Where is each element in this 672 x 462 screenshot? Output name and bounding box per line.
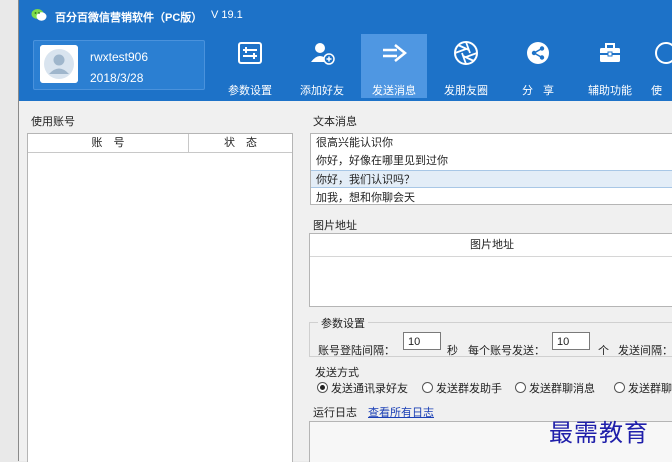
image-list[interactable]: 图片地址 bbox=[309, 233, 672, 307]
send-mode-mass-assistant-radio[interactable]: 发送群发助手 bbox=[422, 380, 502, 396]
toolbar-moments-button[interactable]: 发朋友圈 bbox=[433, 34, 499, 98]
toolbar-share-label: 分享 bbox=[522, 85, 564, 97]
toolbar-send-message-label: 发送消息 bbox=[372, 85, 416, 97]
radio-unchecked-icon bbox=[614, 382, 625, 393]
send-interval-label: 发送间隔： bbox=[618, 345, 672, 357]
share-icon bbox=[527, 42, 549, 64]
per-account-unit: 个 bbox=[598, 345, 609, 357]
user-date: 2018/3/28 bbox=[90, 71, 144, 85]
account-column-header[interactable]: 账 号 bbox=[28, 134, 189, 152]
radio-checked-icon bbox=[317, 382, 328, 393]
per-account-label: 每个账号发送： bbox=[468, 345, 545, 357]
toolbar-more-button[interactable]: 使 bbox=[649, 34, 672, 98]
log-label: 运行日志 bbox=[313, 407, 357, 419]
send-mode-option-label: 发送群聊消息 bbox=[529, 383, 595, 395]
accounts-section-label: 使用账号 bbox=[31, 116, 75, 128]
user-card[interactable]: rwxtest906 2018/3/28 bbox=[33, 40, 205, 90]
send-arrow-icon bbox=[383, 44, 407, 62]
accounts-table-header: 账 号 状 态 bbox=[28, 134, 292, 153]
toolbar-more-label: 使 bbox=[651, 85, 662, 97]
app-version: V 19.1 bbox=[211, 9, 243, 21]
login-interval-unit: 秒 bbox=[447, 345, 458, 357]
aperture-icon bbox=[454, 41, 478, 65]
toolbar-send-message-button[interactable]: 发送消息 bbox=[361, 34, 427, 98]
toolbox-icon bbox=[600, 43, 620, 62]
header-bar: 百分百微信营销软件（PC版） V 19.1 rwxtest906 2018/3/… bbox=[19, 0, 672, 101]
messages-section-label: 文本消息 bbox=[313, 116, 357, 128]
send-mode-group-chat-radio[interactable]: 发送群聊消息 bbox=[515, 380, 595, 396]
messages-list[interactable]: 很高兴能认识你 你好，好像在哪里见到过你 你好，我们认识吗？ 加我，想和你聊会天 bbox=[310, 133, 672, 205]
toolbar-tools-label: 辅助功能 bbox=[588, 85, 632, 97]
list-item-selected[interactable]: 你好，我们认识吗？ bbox=[311, 170, 672, 188]
username: rwxtest906 bbox=[90, 50, 149, 64]
avatar bbox=[40, 45, 78, 83]
settings-icon bbox=[238, 42, 262, 64]
toolbar-params-button[interactable]: 参数设置 bbox=[217, 34, 283, 98]
send-mode-contacts-radio[interactable]: 发送通讯录好友 bbox=[317, 380, 408, 396]
toolbar-moments-label: 发朋友圈 bbox=[444, 85, 488, 97]
add-friend-icon bbox=[311, 43, 335, 65]
toolbar-tools-button[interactable]: 辅助功能 bbox=[577, 34, 643, 98]
images-section-label: 图片地址 bbox=[313, 220, 357, 232]
list-item[interactable]: 加我，想和你聊会天 bbox=[311, 189, 672, 204]
title-bar: 百分百微信营销软件（PC版） V 19.1 bbox=[19, 0, 672, 30]
send-mode-group-chat-2-radio[interactable]: 发送群聊 bbox=[614, 380, 672, 396]
toolbar-add-friend-label: 添加好友 bbox=[300, 85, 344, 97]
watermark-text: 最需教育 bbox=[549, 419, 649, 447]
image-column-header: 图片地址 bbox=[310, 234, 672, 257]
send-mode-option-label: 发送群发助手 bbox=[436, 383, 502, 395]
send-mode-option-label: 发送群聊 bbox=[628, 383, 672, 395]
radio-unchecked-icon bbox=[422, 382, 433, 393]
accounts-table[interactable]: 账 号 状 态 bbox=[27, 133, 293, 462]
app-title: 百分百微信营销软件（PC版） bbox=[55, 12, 203, 24]
partial-icon bbox=[655, 42, 672, 64]
login-interval-input[interactable]: 10 bbox=[403, 332, 441, 350]
send-mode-label: 发送方式 bbox=[315, 367, 359, 379]
status-column-header[interactable]: 状 态 bbox=[189, 134, 292, 152]
wechat-logo-icon bbox=[31, 9, 47, 21]
per-account-input[interactable]: 10 bbox=[552, 332, 590, 350]
app-window: 百分百微信营销软件（PC版） V 19.1 rwxtest906 2018/3/… bbox=[18, 0, 672, 462]
view-all-logs-link[interactable]: 查看所有日志 bbox=[368, 404, 434, 420]
params-group-title: 参数设置 bbox=[318, 315, 368, 331]
toolbar-params-label: 参数设置 bbox=[228, 85, 272, 97]
list-item[interactable]: 你好，好像在哪里见到过你 bbox=[311, 152, 672, 170]
toolbar-share-button[interactable]: 分享 bbox=[505, 34, 571, 98]
login-interval-label: 账号登陆间隔： bbox=[318, 345, 395, 357]
toolbar-add-friend-button[interactable]: 添加好友 bbox=[289, 34, 355, 98]
radio-unchecked-icon bbox=[515, 382, 526, 393]
send-mode-option-label: 发送通讯录好友 bbox=[331, 383, 408, 395]
list-item[interactable]: 很高兴能认识你 bbox=[311, 134, 672, 152]
